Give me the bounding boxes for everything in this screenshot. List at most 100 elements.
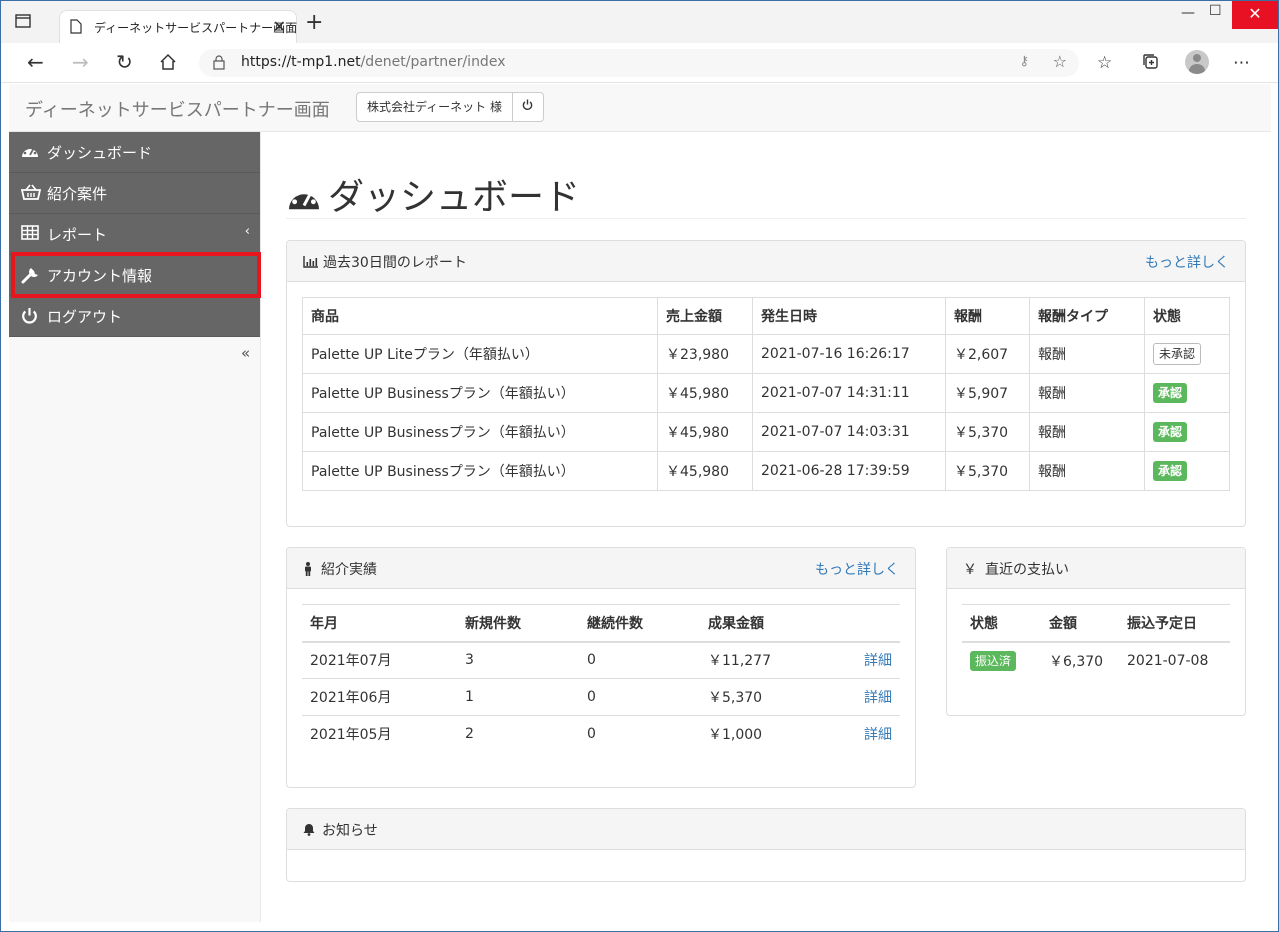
date-cell: 2021-07-07 14:03:31 <box>752 412 946 452</box>
browser-tab[interactable]: ディーネットサービスパートナー画面 ✕ <box>59 10 297 43</box>
column-header: 成果金額 <box>700 604 840 643</box>
sidebar-collapse-button[interactable]: « <box>241 344 250 362</box>
new-count-cell: 2 <box>457 715 579 753</box>
product-cell: Palette UP Businessプラン（年額払い） <box>302 451 658 491</box>
window-close-button[interactable]: ✕ <box>1232 1 1278 29</box>
tab-actions-icon[interactable] <box>15 13 43 41</box>
column-header: 商品 <box>302 297 658 335</box>
payment-table: 状態 金額 振込予定日 振込済 ￥6,370 2021-07-08 <box>962 604 1230 679</box>
new-tab-button[interactable]: + <box>305 12 323 34</box>
status-cell: 未承認 <box>1144 334 1230 374</box>
table-row: 振込済 ￥6,370 2021-07-08 <box>962 641 1230 679</box>
brand-title[interactable]: ディーネットサービスパートナー画面 <box>25 96 330 122</box>
home-icon[interactable] <box>159 53 177 74</box>
referral-more-link[interactable]: もっと詳しく <box>815 559 899 579</box>
date-cell: 2021-07-08 <box>1119 641 1230 679</box>
reward-type-cell: 報酬 <box>1029 412 1145 452</box>
add-favorite-icon[interactable]: ☆ <box>1053 52 1067 71</box>
browser-toolbar: ← → ↻ https://t-mp1.net/denet/partner/in… <box>1 43 1278 83</box>
tab-close-icon[interactable]: ✕ <box>273 17 286 36</box>
sidebar-item-label: アカウント情報 <box>47 267 153 285</box>
reward-cell: ￥5,370 <box>945 451 1030 491</box>
month-cell: 2021年05月 <box>302 715 457 753</box>
key-icon[interactable]: ⚷ <box>1019 54 1029 69</box>
dashboard-icon <box>286 181 322 222</box>
detail-cell: 詳細 <box>840 678 900 716</box>
favorites-icon[interactable]: ☆ <box>1097 53 1112 73</box>
payment-panel: ￥ 直近の支払い 状態 金額 振込予定日 振込済 ￥6,370 2021-07-0… <box>946 547 1246 716</box>
report-more-link[interactable]: もっと詳しく <box>1145 252 1229 272</box>
amount-cell: ￥5,370 <box>700 678 840 716</box>
month-cell: 2021年07月 <box>302 641 457 679</box>
column-header: 金額 <box>1041 604 1119 643</box>
bar-chart-icon <box>303 256 318 268</box>
status-cell: 承認 <box>1144 373 1230 413</box>
sidebar-item-account[interactable]: アカウント情報 <box>9 255 260 296</box>
reward-cell: ￥2,607 <box>945 334 1030 374</box>
column-header: 状態 <box>1144 297 1230 335</box>
detail-link[interactable]: 詳細 <box>864 727 892 743</box>
table-row: 2021年07月 3 0 ￥11,277 詳細 <box>302 641 900 679</box>
payment-panel-title-text: 直近の支払い <box>985 562 1069 578</box>
detail-cell: 詳細 <box>840 641 900 679</box>
column-header: 報酬タイプ <box>1029 297 1145 335</box>
logout-power-button[interactable] <box>513 93 543 121</box>
sales-cell: ￥23,980 <box>657 334 753 374</box>
sidebar: ダッシュボード 紹介案件 レポート ‹ アカウント情報 ログアウト « <box>9 132 261 922</box>
profile-avatar[interactable] <box>1185 50 1209 74</box>
person-icon <box>305 562 311 576</box>
referral-table: 年月 新規件数 継続件数 成果金額 2021年07月 3 0 ￥11,277 詳… <box>302 604 900 753</box>
status-badge: 承認 <box>1153 422 1188 442</box>
referral-panel-header: 紹介実績 もっと詳しく <box>287 548 915 589</box>
page-icon <box>70 19 82 38</box>
detail-link[interactable]: 詳細 <box>864 690 892 706</box>
report-panel: 過去30日間のレポート もっと詳しく 商品 売上金額 発生日時 報酬 報酬タイプ… <box>286 240 1246 527</box>
table-header-row: 状態 金額 振込予定日 <box>962 604 1230 643</box>
report-panel-title-text: 過去30日間のレポート <box>323 255 467 271</box>
continued-count-cell: 0 <box>579 715 700 753</box>
status-badge: 振込済 <box>970 650 1017 671</box>
product-cell: Palette UP Businessプラン（年額払い） <box>302 373 658 413</box>
table-row: Palette UP Businessプラン（年額払い） ￥45,980 202… <box>302 373 1230 413</box>
chevron-left-icon: ‹ <box>244 224 250 239</box>
status-badge: 承認 <box>1153 461 1188 481</box>
user-name-button[interactable]: 株式会社ディーネット 様 <box>357 93 513 121</box>
sidebar-item-label: ログアウト <box>47 308 123 326</box>
detail-link[interactable]: 詳細 <box>864 653 892 669</box>
back-icon[interactable]: ← <box>27 52 44 72</box>
sidebar-item-label: ダッシュボード <box>47 144 153 162</box>
minimize-button[interactable]: — <box>1181 5 1195 21</box>
tab-strip: ディーネットサービスパートナー画面 ✕ + — ☐ ✕ <box>1 1 1278 43</box>
product-cell: Palette UP Liteプラン（年額払い） <box>302 334 658 374</box>
maximize-button[interactable]: ☐ <box>1209 3 1222 19</box>
notice-panel: お知らせ <box>286 808 1246 882</box>
status-badge: 承認 <box>1153 383 1188 403</box>
yen-icon: ￥ <box>963 562 977 578</box>
table-header-row: 商品 売上金額 発生日時 報酬 報酬タイプ 状態 <box>302 297 1230 335</box>
collections-icon[interactable] <box>1142 53 1160 76</box>
column-header: 発生日時 <box>752 297 946 335</box>
browser-window: ディーネットサービスパートナー画面 ✕ + — ☐ ✕ ← → ↻ https:… <box>0 0 1279 932</box>
payment-panel-title: ￥ 直近の支払い <box>963 559 1069 579</box>
refresh-icon[interactable]: ↻ <box>116 52 133 72</box>
address-bar[interactable]: https://t-mp1.net/denet/partner/index ⚷ … <box>199 49 1079 77</box>
sidebar-item-referrals[interactable]: 紹介案件 <box>9 173 260 214</box>
table-row: Palette UP Liteプラン（年額払い） ￥23,980 2021-07… <box>302 334 1230 374</box>
table-icon <box>21 225 41 243</box>
title-divider <box>286 218 1246 219</box>
amount-cell: ￥6,370 <box>1041 641 1119 679</box>
column-header: 状態 <box>962 604 1041 643</box>
wrench-icon <box>21 266 41 284</box>
forward-icon[interactable]: → <box>72 52 89 72</box>
lock-icon[interactable] <box>213 55 225 74</box>
url-text: https://t-mp1.net/denet/partner/index <box>241 54 505 70</box>
sidebar-item-report[interactable]: レポート ‹ <box>9 214 260 255</box>
main-content: ダッシュボード 過去30日間のレポート もっと詳しく 商品 売上金額 発生日時 … <box>262 132 1271 922</box>
sidebar-item-logout[interactable]: ログアウト <box>9 296 260 337</box>
basket-icon <box>20 184 42 202</box>
status-cell: 承認 <box>1144 451 1230 491</box>
sidebar-item-dashboard[interactable]: ダッシュボード <box>9 132 260 173</box>
reward-type-cell: 報酬 <box>1029 451 1145 491</box>
more-menu-icon[interactable]: ⋯ <box>1233 53 1250 73</box>
date-cell: 2021-07-07 14:31:11 <box>752 373 946 413</box>
